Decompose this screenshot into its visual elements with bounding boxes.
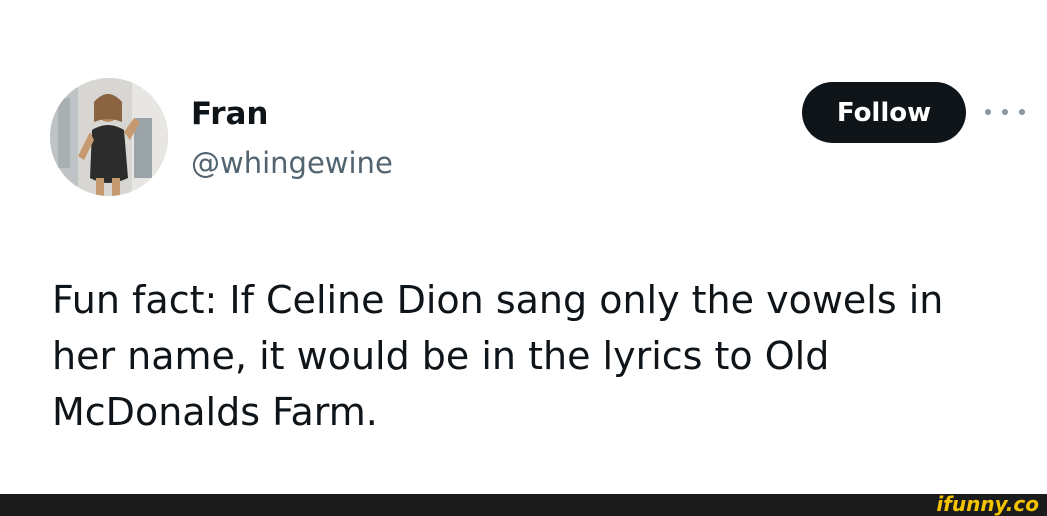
- more-horizontal-icon[interactable]: [985, 104, 1025, 120]
- more-dot: [1019, 109, 1025, 115]
- author-handle[interactable]: @whingewine: [191, 143, 393, 183]
- more-dot: [985, 109, 991, 115]
- author-name[interactable]: Fran: [191, 94, 268, 134]
- footer-bar: ifunny.co: [0, 492, 1047, 516]
- ifunny-watermark: ifunny.co: [936, 492, 1039, 516]
- avatar-photo: [50, 78, 168, 196]
- avatar[interactable]: [50, 78, 168, 196]
- tweet-text: Fun fact: If Celine Dion sang only the v…: [52, 278, 944, 434]
- follow-button[interactable]: Follow: [802, 82, 966, 143]
- more-dot: [1002, 109, 1008, 115]
- page: Fran @whingewine Follow Fun fact: If Cel…: [0, 0, 1047, 516]
- tweet-card: Fran @whingewine Follow Fun fact: If Cel…: [0, 0, 1047, 494]
